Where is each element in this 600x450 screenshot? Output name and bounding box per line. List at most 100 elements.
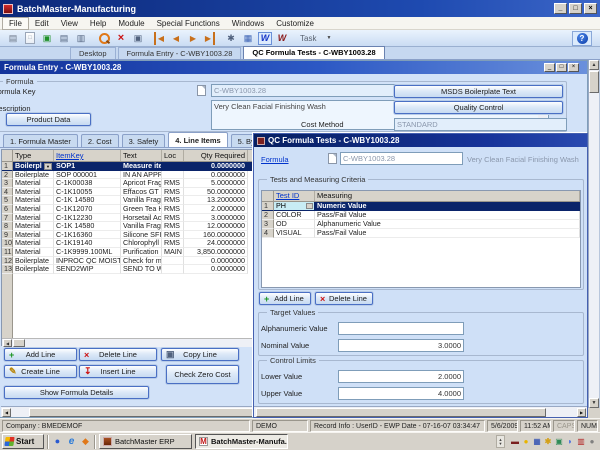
menu-item[interactable]: Customize xyxy=(270,18,320,29)
formula-link[interactable]: Formula xyxy=(261,155,289,164)
formula-tab[interactable]: 2. Cost xyxy=(80,134,119,147)
minimize-button[interactable]: _ xyxy=(554,3,567,14)
qc-add-line-button[interactable]: + Add Line xyxy=(259,292,311,305)
qty-cell[interactable]: 5.0000000 xyxy=(184,179,248,188)
itemkey-cell[interactable]: C-1K12070 xyxy=(54,204,121,214)
table-row[interactable]: 5 Material▼ C-1K 14580 Vanilla Frag. RMS… xyxy=(2,196,253,205)
table-row[interactable]: 4 Material▼ C-1K10055 Effacos GT (... RM… xyxy=(2,187,253,197)
text-cell[interactable]: IN AN APPR... xyxy=(121,170,162,180)
table-row[interactable]: 3 Material▼ C-1K00038 Apricot Frag. ... … xyxy=(2,179,253,188)
document-icon[interactable] xyxy=(197,85,206,96)
table-row[interactable]: 1 PH Numeric Value xyxy=(262,202,580,211)
column-header-testid[interactable]: Test ID xyxy=(274,191,315,201)
loc-cell[interactable]: RMS xyxy=(162,204,184,214)
text-cell[interactable]: Effacos GT (... xyxy=(121,187,162,197)
show-formula-details-button[interactable]: Show Formula Details xyxy=(4,386,149,399)
quicklaunch-icon[interactable]: ◆ xyxy=(80,436,91,447)
previous-record-icon[interactable]: ◀ xyxy=(169,32,183,45)
workspace-tab[interactable]: QC Formula Tests - C-WBY1003.28 xyxy=(243,46,385,59)
table-row[interactable]: 13 Boilerplate▼ SEND2WIP SEND TO W... 0.… xyxy=(2,265,253,274)
testid-cell[interactable]: PH xyxy=(274,202,315,211)
child-restore-button[interactable]: □ xyxy=(556,63,567,72)
qty-cell[interactable]: 0.0000000 xyxy=(184,256,248,266)
open-record-icon[interactable]: ▣ xyxy=(40,32,54,45)
menu-item[interactable]: Windows xyxy=(226,18,270,29)
table-row[interactable]: 2 Boilerplate▼ SOP 000001 IN AN APPR... … xyxy=(2,170,253,180)
table-row[interactable]: 3 OD Alphanumeric Value xyxy=(262,220,580,229)
last-record-icon[interactable]: ▶ xyxy=(203,31,215,45)
table-row[interactable]: 6 Material▼ C-1K12070 Green Tea H... RMS… xyxy=(2,204,253,214)
copy-icon[interactable]: ▣ xyxy=(131,32,145,45)
qty-cell[interactable]: 24.0000000 xyxy=(184,239,248,248)
menu-item[interactable]: View xyxy=(55,18,84,29)
qty-cell[interactable]: 3,850.0000000 xyxy=(184,247,248,257)
insert-line-button[interactable]: ↧ Insert Line xyxy=(79,365,157,378)
task-dropdown-icon[interactable]: ▼ xyxy=(326,35,331,41)
text-cell[interactable]: Vanilla Frag. xyxy=(121,222,162,231)
loc-cell[interactable] xyxy=(162,170,184,180)
itemkey-cell[interactable]: SOP1 xyxy=(54,162,121,171)
taskbar-task-button[interactable]: M BatchMaster-Manufa... xyxy=(195,434,288,449)
qty-cell[interactable]: 12.0000000 xyxy=(184,222,248,231)
delete-icon[interactable]: × xyxy=(114,32,128,45)
tray-icon[interactable]: ◗ xyxy=(565,436,575,447)
menu-item[interactable]: File xyxy=(2,16,29,30)
loc-cell[interactable] xyxy=(162,256,184,266)
qty-cell[interactable]: 13.2000000 xyxy=(184,196,248,205)
table-row[interactable]: 7 Material▼ C-1K12230 Horsetail Acti... … xyxy=(2,213,253,223)
lookup-button[interactable] xyxy=(306,203,313,209)
upper-value-field[interactable]: 4.0000 xyxy=(338,387,464,400)
qty-cell[interactable]: 0.0000000 xyxy=(184,265,248,274)
qc-horizontal-scrollbar[interactable]: ▶ xyxy=(254,406,587,417)
scroll-left-icon[interactable]: ◀ xyxy=(2,408,11,417)
text-cell[interactable]: SEND TO W... xyxy=(121,265,162,274)
itemkey-cell[interactable]: SOP 000001 xyxy=(54,170,121,180)
type-cell[interactable]: Material▼ xyxy=(13,204,54,214)
print-icon[interactable]: ▥ xyxy=(74,32,88,45)
qty-cell[interactable]: 0.0000000 xyxy=(184,170,248,180)
table-row[interactable]: 9 Material▼ C-1K16360 Silicone SFI 1... … xyxy=(2,230,253,240)
word-report-icon[interactable]: W xyxy=(275,32,289,45)
scroll-down-icon[interactable]: ▼ xyxy=(589,398,599,408)
menu-item[interactable]: Edit xyxy=(29,18,55,29)
tray-icon[interactable]: ▬ xyxy=(510,436,520,447)
type-cell[interactable]: Material▼ xyxy=(13,196,54,205)
help-button[interactable]: ? xyxy=(572,30,592,46)
type-cell[interactable]: Material▼ xyxy=(13,230,54,240)
type-cell[interactable]: Material▼ xyxy=(13,187,54,197)
formula-tab[interactable]: 3. Safety xyxy=(121,134,166,147)
menu-item[interactable]: Module xyxy=(112,18,150,29)
table-row[interactable]: 1 Boilerpl▼ SOP1 Measure item... 0.00000… xyxy=(2,162,253,171)
itemkey-cell[interactable]: C-1K 14580 xyxy=(54,222,121,231)
text-cell[interactable]: Vanilla Frag. xyxy=(121,196,162,205)
mdi-horizontal-scrollbar[interactable]: ◀ xyxy=(1,406,254,417)
loc-cell[interactable]: RMS xyxy=(162,196,184,205)
document-icon[interactable] xyxy=(328,153,337,164)
copy-line-button[interactable]: ▣ Copy Line xyxy=(161,348,239,361)
word-export-icon[interactable]: W xyxy=(258,31,272,45)
child-minimize-button[interactable]: _ xyxy=(544,63,555,72)
scrollbar-thumb[interactable] xyxy=(29,408,254,417)
testid-cell[interactable]: VISUAL xyxy=(274,229,315,238)
restore-button[interactable]: □ xyxy=(569,3,582,14)
table-row[interactable]: 4 VISUAL Pass/Fail Value xyxy=(262,229,580,238)
taskbar-task-button[interactable]: BatchMaster ERP xyxy=(99,434,192,449)
search-icon[interactable] xyxy=(97,32,111,45)
tray-icon[interactable]: ▦ xyxy=(532,436,542,447)
type-cell[interactable]: Material▼ xyxy=(13,239,54,248)
qty-cell[interactable]: 3.0000000 xyxy=(184,213,248,223)
scrollbar-thumb[interactable] xyxy=(13,338,25,347)
qc-delete-line-button[interactable]: × Delete Line xyxy=(315,292,373,305)
itemkey-cell[interactable]: C-1K16360 xyxy=(54,230,121,240)
text-cell[interactable]: Purification F... xyxy=(121,247,162,257)
scrollbar-thumb[interactable] xyxy=(256,408,546,417)
loc-cell[interactable] xyxy=(162,265,184,274)
type-cell[interactable]: Boilerplate▼ xyxy=(13,256,54,266)
msds-boilerplate-button[interactable]: MSDS Boilerplate Text xyxy=(394,85,563,98)
column-header-measuring[interactable]: Measuring xyxy=(315,191,580,201)
workspace-tab[interactable]: Desktop xyxy=(70,47,116,59)
tray-icon[interactable]: ● xyxy=(521,436,531,447)
quicklaunch-icon[interactable]: e xyxy=(66,436,77,447)
grid-view-icon[interactable]: ▦ xyxy=(241,32,255,45)
column-header-text[interactable]: Text xyxy=(121,150,162,161)
